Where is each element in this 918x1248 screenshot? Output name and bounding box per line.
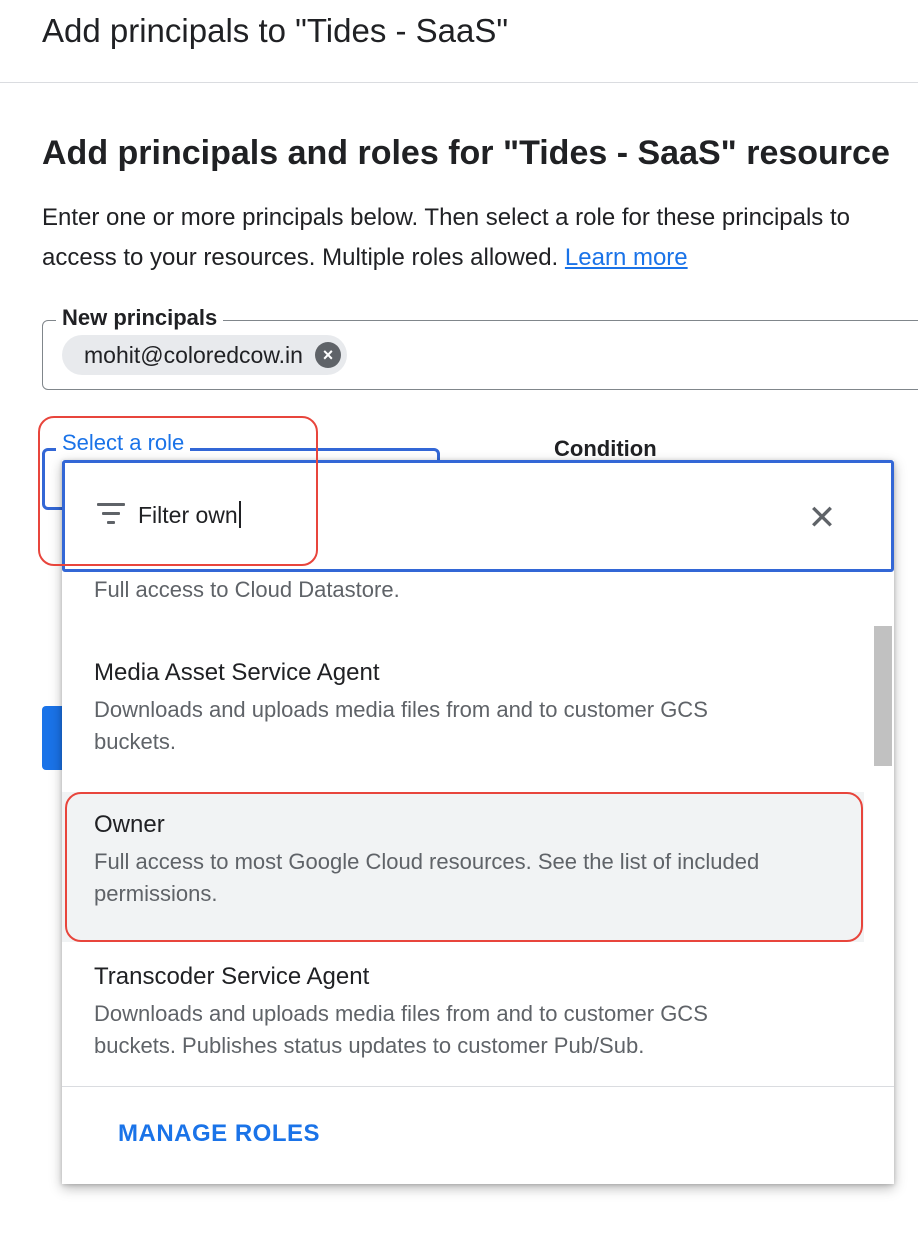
new-principals-label: New principals — [56, 305, 224, 331]
option-media-asset-description-line-1: Downloads and uploads media files from a… — [94, 697, 708, 722]
learn-more-link[interactable]: Learn more — [565, 244, 688, 271]
description-line-1: Enter one or more principals below. Then… — [42, 204, 850, 231]
option-owner-description-line-1: Full access to most Google Cloud resourc… — [94, 849, 760, 874]
option-media-asset-description: Downloads and uploads media files from a… — [94, 694, 708, 758]
section-heading: Add principals and roles for "Tides - Sa… — [42, 134, 890, 172]
close-circle-icon[interactable]: × — [314, 342, 341, 368]
option-owner[interactable]: Owner — [94, 811, 165, 839]
section-description: Enter one or more principals below. Then… — [42, 198, 918, 278]
option-media-asset-service-agent[interactable]: Media Asset Service Agent — [94, 659, 380, 687]
text-caret — [238, 501, 241, 528]
select-role-label: Select a role — [56, 430, 191, 456]
option-transcoder-description-line-2: buckets. Publishes status updates to cus… — [94, 1033, 645, 1058]
option-media-asset-description-line-2: buckets. — [94, 729, 176, 754]
menu-divider — [62, 1086, 894, 1087]
option-transcoder-description-line-1: Downloads and uploads media files from a… — [94, 1001, 708, 1026]
option-owner-description: Full access to most Google Cloud resourc… — [94, 846, 759, 910]
dialog-title: Add principals to "Tides - SaaS" — [42, 12, 509, 49]
dropdown-scrollbar-thumb[interactable] — [874, 626, 892, 766]
description-line-2-text: access to your resources. Multiple roles… — [42, 244, 559, 271]
option-transcoder-service-agent[interactable]: Transcoder Service Agent — [94, 963, 369, 991]
option-owner-description-line-2: permissions. — [94, 881, 218, 906]
manage-roles-button[interactable]: MANAGE ROLES — [118, 1120, 320, 1148]
principal-chip[interactable]: mohit@coloredcow.in × — [62, 335, 347, 375]
option-transcoder-description: Downloads and uploads media files from a… — [94, 998, 708, 1062]
principal-chip-email: mohit@coloredcow.in — [84, 341, 303, 368]
description-line-2: access to your resources. Multiple roles… — [42, 238, 918, 278]
header-divider — [0, 82, 918, 83]
role-filter-input-value: Filter own — [138, 502, 238, 528]
filter-lines-icon — [97, 503, 125, 527]
close-icon[interactable]: ✕ — [806, 500, 838, 536]
condition-label: Condition — [554, 436, 657, 461]
option-partial-description[interactable]: Full access to Cloud Datastore. — [94, 574, 400, 606]
role-filter-input[interactable]: Filter own — [138, 501, 241, 529]
